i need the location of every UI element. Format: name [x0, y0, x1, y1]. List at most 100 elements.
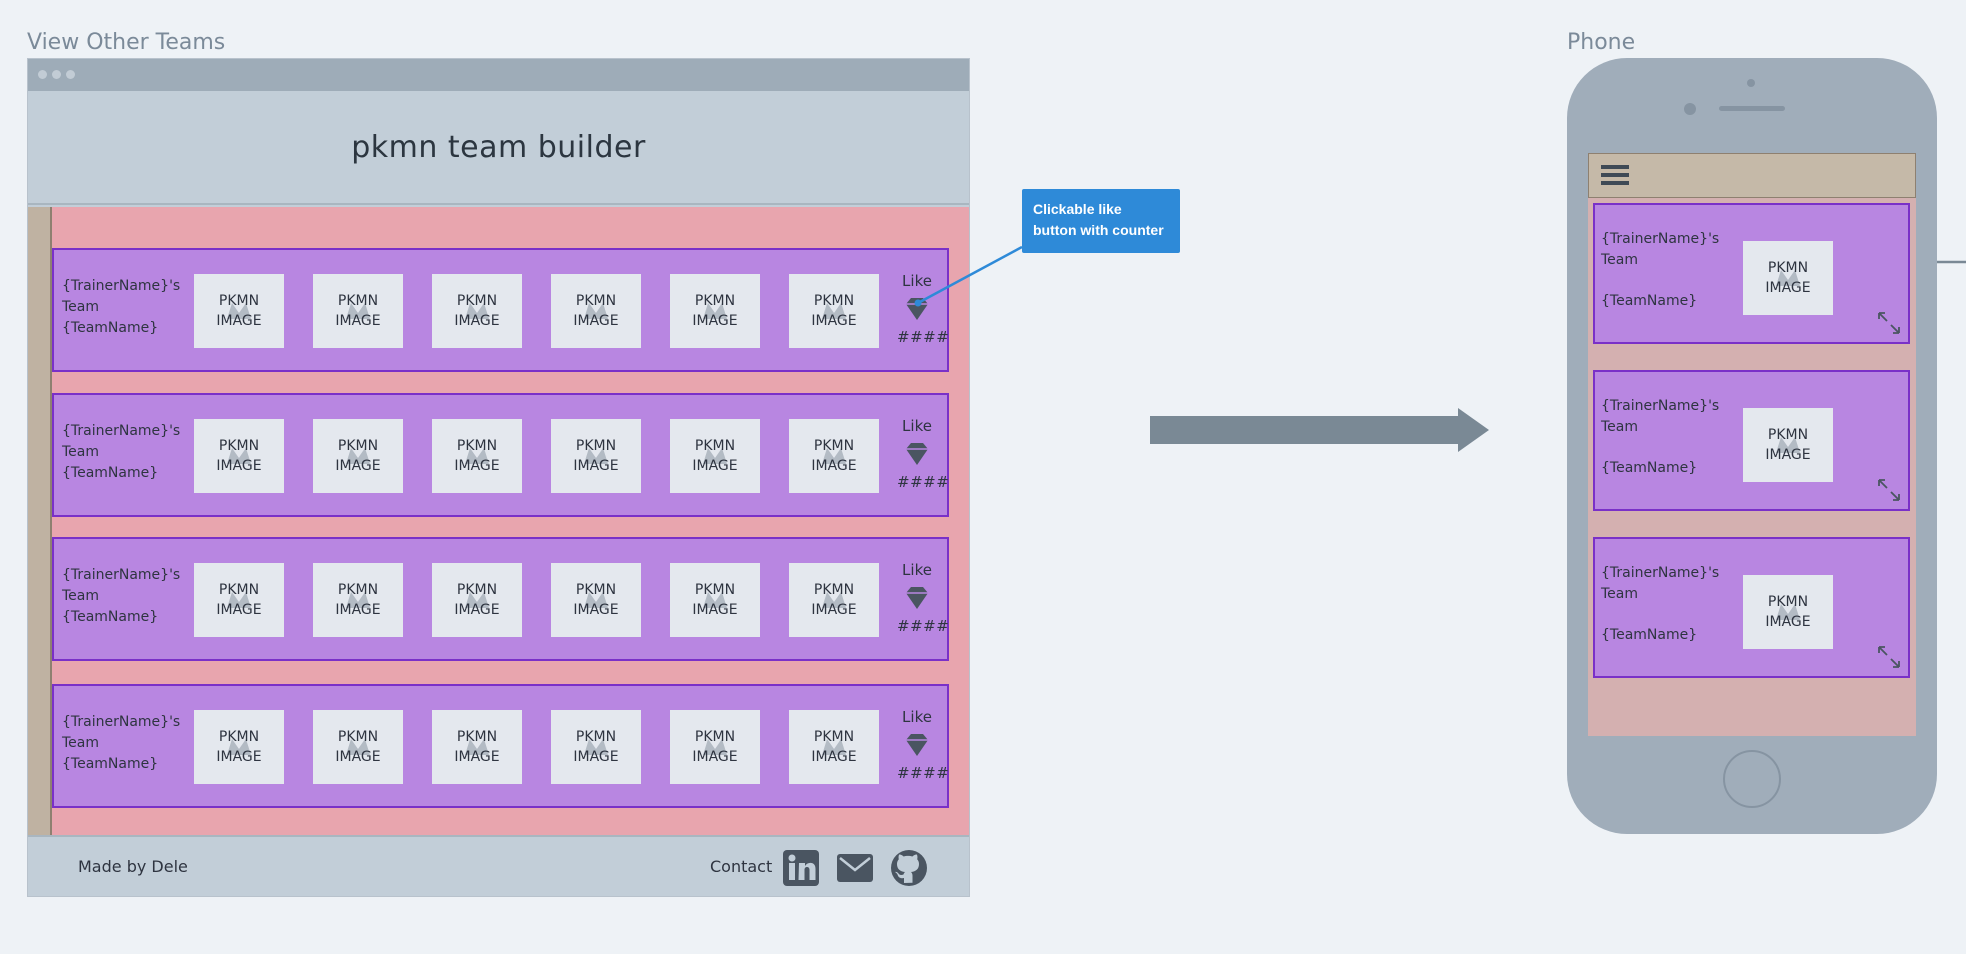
like-widget: Like #### [897, 561, 950, 635]
expand-icon[interactable] [1876, 644, 1902, 670]
pokemon-image-text-line1: PKMN [337, 438, 379, 454]
team-label: {TrainerName}'s Team {TeamName} [62, 565, 182, 628]
gem-like-icon[interactable] [904, 732, 930, 758]
pokemon-image-text-line2: IMAGE [1765, 614, 1811, 630]
pokemon-image-placeholder: PKMN IMAGE [670, 274, 760, 348]
pokemon-image-placeholder: PKMN IMAGE [432, 274, 522, 348]
team-row[interactable]: {TrainerName}'s Team {TeamName} PKMN IMAGE P… [52, 248, 949, 372]
gem-like-icon[interactable] [904, 585, 930, 611]
phone-screen: {TrainerName}'s Team {TeamName} PKMN IMAGE{… [1588, 153, 1916, 736]
like-label: Like [902, 272, 932, 290]
pokemon-image-placeholder: PKMN IMAGE [670, 419, 760, 493]
phone-section-title: Phone [1567, 30, 1636, 55]
expand-icon[interactable] [1876, 477, 1902, 503]
desktop-browser-frame: pkmn team builder {TrainerName}'s Team {T… [27, 58, 970, 897]
pokemon-image-text-line2: IMAGE [692, 458, 738, 474]
trainer-team-name: {TrainerName}'s Team [62, 567, 181, 604]
pokemon-image-text-line1: PKMN [575, 729, 617, 745]
pokemon-image-placeholder: PKMN IMAGE [194, 710, 284, 784]
expand-icon[interactable] [1876, 310, 1902, 336]
like-widget: Like #### [897, 272, 950, 346]
pokemon-image-text-line1: PKMN [813, 438, 855, 454]
pokemon-image-placeholder: PKMN IMAGE [1743, 575, 1833, 649]
pokemon-image-placeholder: PKMN IMAGE [551, 274, 641, 348]
pokemon-image-placeholder: PKMN IMAGE [551, 563, 641, 637]
window-dot-maximize[interactable] [66, 70, 75, 79]
like-counter: #### [897, 328, 950, 346]
pokemon-image-placeholder: PKMN IMAGE [194, 274, 284, 348]
like-counter: #### [897, 473, 950, 491]
pokemon-image-placeholder: PKMN IMAGE [789, 419, 879, 493]
github-icon[interactable] [890, 849, 928, 887]
pokemon-image-text-line1: PKMN [694, 582, 736, 598]
team-label: {TrainerName}'s Team {TeamName} [62, 421, 182, 484]
mobile-team-card[interactable]: {TrainerName}'s Team {TeamName} PKMN IMAGE [1593, 203, 1910, 344]
team-row[interactable]: {TrainerName}'s Team {TeamName} PKMN IMAGE P… [52, 684, 949, 808]
pokemon-image-placeholder: PKMN IMAGE [313, 563, 403, 637]
pokemon-image-text-line1: PKMN [694, 293, 736, 309]
pokemon-image-text-line2: IMAGE [335, 458, 381, 474]
pokemon-image-text-line1: PKMN [337, 729, 379, 745]
pokemon-image-text-line1: PKMN [218, 729, 260, 745]
page-header: pkmn team builder [28, 91, 969, 205]
pokemon-image-text-line1: PKMN [575, 438, 617, 454]
like-counter: #### [897, 617, 950, 635]
pokemon-image-text-line2: IMAGE [216, 313, 262, 329]
pokemon-image-placeholder: PKMN IMAGE [789, 563, 879, 637]
gem-like-icon[interactable] [904, 296, 930, 322]
pokemon-image-placeholder: PKMN IMAGE [194, 419, 284, 493]
left-sidebar-strip [28, 207, 52, 835]
trainer-team-name: {TrainerName}'s Team [62, 423, 181, 460]
pokemon-image-text-line1: PKMN [1767, 427, 1809, 443]
like-label: Like [902, 561, 932, 579]
trainer-team-name: {TrainerName}'s Team [1601, 565, 1720, 602]
team-row[interactable]: {TrainerName}'s Team {TeamName} PKMN IMAGE P… [52, 537, 949, 661]
pokemon-image-text-line1: PKMN [1767, 260, 1809, 276]
like-widget: Like #### [897, 708, 949, 782]
teams-content-area: {TrainerName}'s Team {TeamName} PKMN IMAGE P… [28, 207, 969, 835]
pokemon-image-text-line1: PKMN [456, 729, 498, 745]
page-footer: Made by Dele Contact [28, 835, 969, 896]
pokemon-image-text-line2: IMAGE [335, 749, 381, 765]
pokemon-image-text-line2: IMAGE [692, 313, 738, 329]
trainer-team-name: {TrainerName}'s Team [62, 714, 181, 751]
pokemon-image-text-line1: PKMN [456, 293, 498, 309]
mail-icon[interactable] [836, 849, 874, 887]
pokemon-image-text-line1: PKMN [337, 293, 379, 309]
window-dot-close[interactable] [38, 70, 47, 79]
pokemon-image-text-line2: IMAGE [216, 749, 262, 765]
phone-home-button[interactable] [1723, 750, 1781, 808]
linkedin-icon[interactable] [782, 849, 820, 887]
made-by-text: Made by Dele [78, 857, 188, 876]
gem-like-icon[interactable] [904, 441, 930, 467]
pokemon-image-text-line2: IMAGE [1765, 280, 1811, 296]
desktop-section-title: View Other Teams [27, 30, 226, 55]
pokemon-image-text-line1: PKMN [694, 438, 736, 454]
pokemon-image-placeholder: PKMN IMAGE [551, 419, 641, 493]
pokemon-image-text-line2: IMAGE [692, 749, 738, 765]
pokemon-image-text-line2: IMAGE [811, 749, 857, 765]
pokemon-image-text-line2: IMAGE [573, 602, 619, 618]
trainer-team-name: {TrainerName}'s Team [1601, 398, 1720, 435]
pokemon-image-placeholder: PKMN IMAGE [313, 274, 403, 348]
pokemon-image-placeholder: PKMN IMAGE [1743, 408, 1833, 482]
like-button-callout: Clickable like button with counter [1022, 189, 1180, 253]
pokemon-image-text-line1: PKMN [337, 582, 379, 598]
team-name: {TeamName} [1601, 460, 1698, 476]
pokemon-image-placeholder: PKMN IMAGE [670, 563, 760, 637]
mobile-team-card[interactable]: {TrainerName}'s Team {TeamName} PKMN IMAGE [1593, 537, 1910, 678]
mobile-team-card[interactable]: {TrainerName}'s Team {TeamName} PKMN IMAGE [1593, 370, 1910, 511]
pokemon-image-text-line2: IMAGE [573, 749, 619, 765]
team-name: {TeamName} [1601, 293, 1698, 309]
phone-sensor [1747, 79, 1755, 87]
team-name: {TeamName} [62, 320, 159, 336]
trainer-team-name: {TrainerName}'s Team [1601, 231, 1720, 268]
window-dot-minimize[interactable] [52, 70, 61, 79]
phone-frame: {TrainerName}'s Team {TeamName} PKMN IMAGE{… [1567, 58, 1937, 834]
team-name: {TeamName} [62, 609, 159, 625]
team-label: {TrainerName}'s Team {TeamName} [62, 276, 182, 339]
hamburger-icon[interactable] [1601, 162, 1629, 188]
team-name: {TeamName} [62, 465, 159, 481]
team-row[interactable]: {TrainerName}'s Team {TeamName} PKMN IMAGE P… [52, 393, 949, 517]
page-title: pkmn team builder [351, 129, 646, 165]
